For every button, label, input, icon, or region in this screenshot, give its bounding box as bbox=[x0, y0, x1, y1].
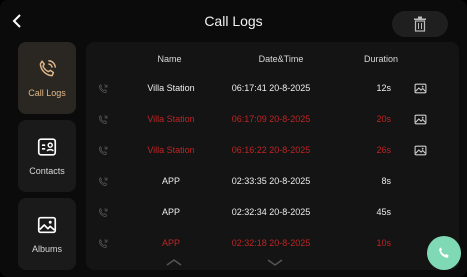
row-datetime: 06:17:09 20-8-2025 bbox=[231, 114, 311, 124]
image-icon bbox=[37, 216, 57, 234]
row-name: APP bbox=[161, 207, 180, 217]
row-duration: 12s bbox=[376, 83, 391, 93]
row-duration: 10s bbox=[376, 238, 391, 248]
table-row[interactable]: Villa Station 06:17:09 20-8-2025 20s bbox=[86, 104, 459, 135]
phone-icon bbox=[39, 60, 56, 77]
call-type-icon bbox=[96, 104, 110, 135]
sidebar-item-label: Contacts bbox=[29, 166, 65, 176]
table-row[interactable]: APP 02:33:35 20-8-2025 8s bbox=[86, 166, 459, 197]
sidebar-item-label: Albums bbox=[31, 244, 62, 254]
phone-icon bbox=[439, 247, 449, 258]
table-row[interactable]: APP 02:32:34 20-8-2025 45s bbox=[86, 197, 459, 228]
column-header-name: Name bbox=[157, 54, 182, 64]
row-datetime: 02:33:35 20-8-2025 bbox=[231, 176, 311, 186]
row-datetime: 06:17:41 20-8-2025 bbox=[231, 83, 311, 93]
scroll-down-button[interactable] bbox=[266, 254, 284, 266]
sidebar-item-label: Call Logs bbox=[28, 88, 66, 98]
row-name: APP bbox=[161, 176, 180, 186]
table-row[interactable]: Villa Station 06:16:22 20-8-2025 26s bbox=[86, 135, 459, 166]
trash-icon bbox=[414, 16, 426, 32]
call-type-icon bbox=[96, 197, 110, 228]
row-duration: 26s bbox=[376, 145, 391, 155]
sidebar-item-call-logs[interactable]: Call Logs bbox=[18, 42, 76, 114]
column-header-datetime: Date&Time bbox=[258, 54, 304, 64]
contact-card-icon bbox=[37, 138, 57, 156]
sidebar-item-albums[interactable]: Albums bbox=[18, 198, 76, 270]
row-duration: 20s bbox=[376, 114, 391, 124]
row-name: Villa Station bbox=[147, 145, 195, 155]
row-duration: 8s bbox=[381, 176, 391, 186]
call-type-icon bbox=[96, 228, 110, 259]
table-row[interactable]: Villa Station 06:17:41 20-8-2025 12s bbox=[86, 73, 459, 104]
snapshot-image-icon[interactable] bbox=[412, 104, 428, 135]
screen: Call Logs Call Logs Contacts Albums Name… bbox=[0, 0, 467, 277]
chevron-up-icon bbox=[166, 259, 182, 266]
call-type-icon bbox=[96, 135, 110, 166]
snapshot-image-icon[interactable] bbox=[412, 135, 428, 166]
row-name: Villa Station bbox=[147, 83, 195, 93]
delete-button[interactable] bbox=[392, 11, 448, 37]
scroll-up-button[interactable] bbox=[165, 254, 183, 266]
row-datetime: 06:16:22 20-8-2025 bbox=[231, 145, 311, 155]
row-duration: 45s bbox=[376, 207, 391, 217]
chevron-down-icon bbox=[267, 259, 283, 266]
header: Call Logs bbox=[0, 0, 467, 42]
row-name: Villa Station bbox=[147, 114, 195, 124]
call-button[interactable] bbox=[427, 236, 461, 270]
sidebar-item-contacts[interactable]: Contacts bbox=[18, 120, 76, 192]
call-type-icon bbox=[96, 166, 110, 197]
column-header-duration: Duration bbox=[363, 54, 399, 64]
row-datetime: 02:32:34 20-8-2025 bbox=[231, 207, 311, 217]
call-type-icon bbox=[96, 73, 110, 104]
snapshot-image-icon[interactable] bbox=[412, 73, 428, 104]
